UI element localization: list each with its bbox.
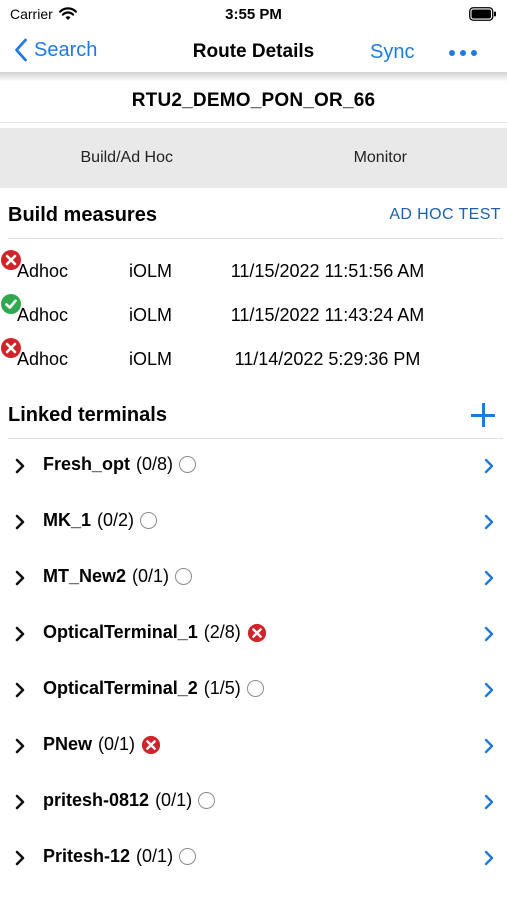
chevron-right-icon[interactable] — [483, 792, 495, 812]
terminal-label: PNew (0/1) — [43, 734, 161, 755]
tab-build-adhoc[interactable]: Build/Ad Hoc — [0, 128, 254, 188]
terminal-name: MK_1 — [43, 510, 92, 530]
chevron-right-expand-icon[interactable] — [14, 624, 26, 644]
terminal-label: MK_1 (0/2) — [43, 510, 158, 531]
chevron-right-expand-icon[interactable] — [14, 680, 26, 700]
chevron-right-icon[interactable] — [483, 512, 495, 532]
chevron-right-icon[interactable] — [483, 456, 495, 476]
more-options-icon[interactable] — [449, 50, 477, 56]
more-dot — [449, 50, 455, 56]
empty-status-icon — [179, 456, 197, 473]
terminal-name: OpticalTerminal_2 — [43, 678, 198, 698]
chevron-right-icon[interactable] — [483, 624, 495, 644]
empty-status-icon — [198, 792, 216, 809]
divider — [0, 122, 507, 123]
more-dot — [471, 50, 477, 56]
chevron-right-icon[interactable] — [483, 680, 495, 700]
terminal-label: MT_New2 (0/1) — [43, 566, 193, 587]
battery-icon — [469, 7, 496, 21]
measure-tool: iOLM — [129, 349, 173, 369]
measure-type: Adhoc — [17, 305, 69, 325]
empty-status-icon — [179, 848, 197, 865]
measure-type: Adhoc — [17, 349, 69, 369]
measure-datetime: 11/15/2022 11:43:24 AM — [230, 305, 425, 325]
terminal-name: Pritesh-12 — [43, 846, 131, 866]
terminal-row[interactable]: OpticalTerminal_1 (2/8) — [0, 606, 507, 662]
build-measures-header: Build measures AD HOC TEST — [8, 197, 501, 233]
page-title: Route Details — [192, 41, 315, 62]
measure-datetime: 11/15/2022 11:51:56 AM — [230, 261, 425, 281]
navigation-bar: Search Route Details Sync — [0, 30, 507, 76]
measure-tool: iOLM — [129, 305, 173, 325]
linked-terminals-header: Linked terminals — [8, 397, 501, 433]
clock: 3:55 PM — [225, 6, 282, 23]
add-terminal-plus-icon[interactable] — [470, 402, 496, 428]
sync-button[interactable]: Sync — [370, 41, 414, 64]
measure-row[interactable]: Adhoc iOLM 11/15/2022 11:51:56 AM — [0, 249, 507, 293]
terminal-name: pritesh-0812 — [43, 790, 150, 810]
terminal-count: (2/8) — [203, 622, 241, 642]
terminal-count: (0/8) — [136, 454, 174, 474]
divider — [8, 238, 503, 239]
terminal-label: OpticalTerminal_2 (1/5) — [43, 678, 264, 699]
chevron-right-icon[interactable] — [483, 568, 495, 588]
section-title: Linked terminals — [8, 403, 167, 426]
terminal-label: Fresh_opt (0/8) — [43, 454, 197, 475]
chevron-right-expand-icon[interactable] — [14, 736, 26, 756]
measure-tool: iOLM — [129, 261, 173, 281]
terminal-count: (0/1) — [136, 846, 174, 866]
terminal-label: OpticalTerminal_1 (2/8) — [43, 622, 267, 643]
terminal-count: (0/1) — [98, 734, 136, 754]
measure-row[interactable]: Adhoc iOLM 11/14/2022 5:29:36 PM — [0, 337, 507, 381]
nav-shadow — [0, 72, 507, 82]
chevron-right-expand-icon[interactable] — [14, 792, 26, 812]
terminal-row[interactable]: MT_New2 (0/1) — [0, 550, 507, 606]
terminal-row[interactable]: PNew (0/1) — [0, 718, 507, 774]
terminal-row[interactable]: MK_1 (0/2) — [0, 494, 507, 550]
terminal-label: pritesh-0812 (0/1) — [43, 790, 216, 811]
fail-status-icon — [247, 623, 266, 642]
measure-type: Adhoc — [17, 261, 69, 281]
empty-status-icon — [246, 680, 264, 697]
empty-status-icon — [175, 568, 193, 585]
terminal-count: (0/1) — [155, 790, 193, 810]
ad-hoc-test-button[interactable]: AD HOC TEST — [389, 206, 501, 224]
chevron-right-expand-icon[interactable] — [14, 848, 26, 868]
chevron-right-expand-icon[interactable] — [14, 456, 26, 476]
route-name: RTU2_DEMO_PON_OR_66 — [131, 90, 376, 111]
terminal-name: PNew — [43, 734, 93, 754]
tab-monitor[interactable]: Monitor — [254, 128, 507, 188]
measure-datetime: 11/14/2022 5:29:36 PM — [234, 349, 421, 369]
chevron-right-expand-icon[interactable] — [14, 568, 26, 588]
chevron-right-expand-icon[interactable] — [14, 512, 26, 532]
terminal-row[interactable]: pritesh-0812 (0/1) — [0, 774, 507, 830]
status-bar: Carrier 3:55 PM — [0, 0, 507, 30]
chevron-right-icon[interactable] — [483, 736, 495, 756]
terminal-name: Fresh_opt — [43, 454, 131, 474]
terminal-count: (0/1) — [132, 566, 170, 586]
terminal-count: (1/5) — [203, 678, 241, 698]
terminal-name: MT_New2 — [43, 566, 127, 586]
terminal-row[interactable]: Pritesh-12 (0/1) — [0, 830, 507, 886]
empty-status-icon — [140, 512, 158, 529]
measure-row[interactable]: Adhoc iOLM 11/15/2022 11:43:24 AM — [0, 293, 507, 337]
segment-tabs: Build/Ad Hoc Monitor — [0, 128, 507, 188]
section-title: Build measures — [8, 203, 157, 226]
terminal-name: OpticalTerminal_1 — [43, 622, 198, 642]
fail-status-icon — [141, 735, 161, 754]
terminal-row[interactable]: OpticalTerminal_2 (1/5) — [0, 662, 507, 718]
terminal-row[interactable]: Fresh_opt (0/8) — [0, 438, 507, 494]
terminal-count: (0/2) — [97, 510, 135, 530]
more-dot — [460, 50, 466, 56]
terminal-label: Pritesh-12 (0/1) — [43, 846, 197, 867]
chevron-right-icon[interactable] — [483, 848, 495, 868]
